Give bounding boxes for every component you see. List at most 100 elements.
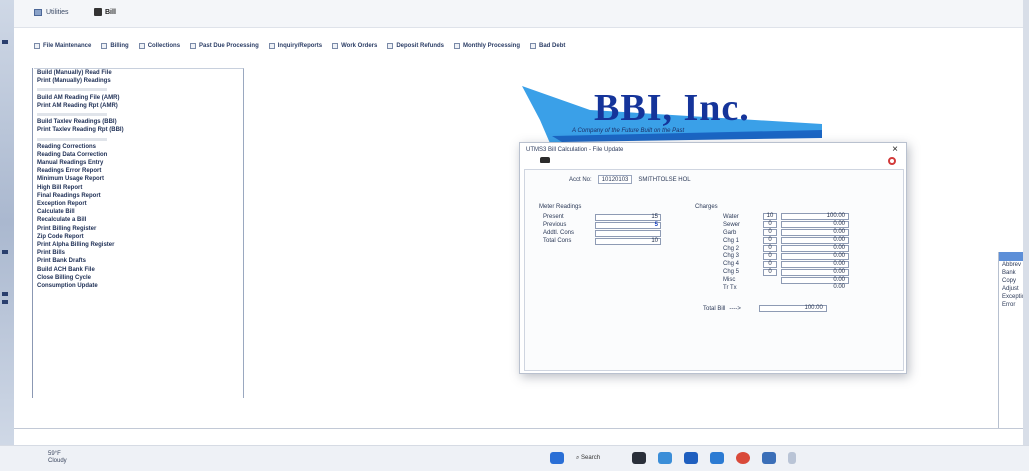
sidebar-item[interactable]: Build ACH Bank File	[34, 266, 243, 274]
meter-label: Addtl. Cons	[543, 230, 575, 236]
sidebar-item[interactable]: High Bill Report	[34, 184, 243, 192]
charge-label: Water	[723, 213, 739, 220]
panel-list-item[interactable]: Abbrev	[999, 261, 1023, 269]
charge-amount-field[interactable]: 0.00	[781, 245, 849, 252]
charge-amount-field[interactable]: 0.00	[781, 252, 849, 260]
weather-temp: 59°F	[48, 451, 61, 457]
sidebar-item[interactable]: Minimum Usage Report	[34, 175, 243, 183]
task-view-icon[interactable]	[632, 452, 646, 464]
charge-count-field[interactable]: 0	[763, 221, 777, 229]
sidebar-item[interactable]: Close Billing Cycle	[34, 274, 243, 282]
account-number-field[interactable]: 10120103	[597, 175, 633, 184]
sidebar-item[interactable]: Print AM Reading Rpt (AMR)	[34, 102, 243, 110]
menu-item-monthly-processing[interactable]: Monthly Processing	[454, 43, 520, 49]
account-name: SMITHTOLSE HOL	[638, 176, 691, 183]
billing-menu-list: Build (Manually) Read File Print (Manuall…	[34, 68, 244, 398]
sidebar-item[interactable]: Recalculate a Bill	[34, 216, 243, 224]
weather-widget[interactable]: 59°F Cloudy	[48, 451, 67, 465]
menu-item-collections[interactable]: Collections	[138, 43, 180, 49]
sidebar-item[interactable]: Print Bills	[34, 249, 243, 257]
sidebar-item[interactable]: Print (Manually) Readings	[34, 77, 243, 85]
charge-count-field[interactable]: 0	[763, 252, 777, 260]
charge-amount-field[interactable]: 0.00	[781, 260, 849, 268]
charge-amount-field[interactable]: 0.00	[781, 276, 849, 284]
charge-row: Chg 3 0 0.00	[695, 252, 895, 260]
charge-label: Chg 2	[723, 245, 740, 252]
charge-count-field[interactable]: 0	[763, 260, 777, 268]
start-icon[interactable]	[550, 452, 564, 464]
sidebar-item[interactable]: Build AM Reading File (AMR)	[34, 94, 243, 102]
menu-item-file-maintenance[interactable]: File Maintenance	[34, 43, 91, 49]
menu-item-billing[interactable]: Billing	[101, 43, 129, 49]
total-bill-row: Total Bill ----> 100.00	[703, 305, 827, 312]
meter-row: Present 15	[539, 213, 699, 221]
sidebar-item[interactable]: Print Alpha Billing Register	[34, 241, 243, 249]
sidebar-item[interactable]: Print Bank Drafts	[34, 257, 243, 265]
charge-amount-field[interactable]: 0.00	[781, 237, 849, 245]
menu-item-label: File Maintenance	[43, 43, 92, 49]
right-window-strip	[1023, 0, 1029, 445]
left-window-strip	[0, 0, 14, 445]
menu-item-label: Monthly Processing	[463, 43, 521, 49]
meter-value-field[interactable]: 10	[595, 237, 661, 245]
file-explorer-icon[interactable]	[684, 452, 698, 464]
charge-count-field[interactable]: 0	[763, 237, 777, 245]
sidebar-item[interactable]: Build Taxlev Readings (BBI)	[34, 118, 243, 126]
app-icon[interactable]	[762, 452, 776, 464]
charge-count-field	[763, 277, 777, 284]
sidebar-item[interactable]: Manual Readings Entry	[34, 159, 243, 167]
charge-count-field[interactable]: 0	[763, 229, 777, 237]
panel-list-item[interactable]: Bank	[999, 269, 1023, 277]
panel-list-item[interactable]: Copy	[999, 277, 1023, 285]
app-title-bar: Utilities Bill	[14, 0, 1023, 28]
sidebar-item[interactable]: Calculate Bill	[34, 208, 243, 216]
charge-amount-field[interactable]: 0.00	[781, 229, 849, 237]
charge-row: Misc 0.00	[695, 276, 895, 284]
app-icon[interactable]	[788, 452, 796, 464]
strip-marker	[2, 250, 8, 254]
charge-row: Chg 2 0 0.00	[695, 245, 895, 253]
bill-toolbar-button[interactable]: Bill	[94, 8, 116, 16]
sidebar-item[interactable]: Reading Corrections	[34, 143, 243, 151]
chrome-icon[interactable]	[736, 452, 750, 464]
sidebar-item[interactable]: Reading Data Correction	[34, 151, 243, 159]
taskbar-search-label: Search	[581, 455, 601, 461]
menu-item-work-orders[interactable]: Work Orders	[332, 43, 377, 49]
strip-marker	[2, 300, 8, 304]
charge-amount-field[interactable]: 100.00	[781, 213, 849, 221]
sidebar-item[interactable]: Consumption Update	[34, 282, 243, 290]
sidebar-item[interactable]: Print Billing Register	[34, 225, 243, 233]
panel-list-item[interactable]: Adjust	[999, 285, 1023, 293]
menu-item-bad-debt[interactable]: Bad Debt	[530, 43, 565, 49]
menu-item-past-due-processing[interactable]: Past Due Processing	[190, 43, 259, 49]
sidebar-item[interactable]: Build (Manually) Read File	[34, 69, 243, 77]
logo-brand-text: BBI, Inc.	[594, 87, 750, 129]
sidebar-item[interactable]: Readings Error Report	[34, 167, 243, 175]
meter-value-field[interactable]: 5	[595, 221, 661, 229]
sidebar-item[interactable]: Final Readings Report	[34, 192, 243, 200]
widgets-icon[interactable]	[658, 452, 672, 464]
menu-item-inquiry-reports[interactable]: Inquiry/Reports	[268, 43, 322, 49]
panel-list-item[interactable]: Exceptions	[999, 293, 1023, 301]
sidebar-item[interactable]: Zip Code Report	[34, 233, 243, 241]
charge-label: Sewer	[723, 221, 741, 228]
sidebar-item[interactable]: Exception Report	[34, 200, 243, 208]
charge-row: Chg 4 0 0.00	[695, 260, 895, 268]
panel-list-item[interactable]: Error	[999, 301, 1023, 309]
dialog-close-button[interactable]: ×	[892, 144, 898, 155]
sidebar-item[interactable]: Print Taxlev Reading Rpt (BBI)	[34, 126, 243, 134]
menu-item-deposit-refunds[interactable]: Deposit Refunds	[387, 43, 444, 49]
charge-count-field[interactable]: 0	[763, 268, 777, 276]
meter-value-field[interactable]	[595, 229, 661, 237]
charge-amount-field[interactable]: 0.00	[781, 221, 849, 229]
car-icon[interactable]	[540, 157, 550, 163]
edge-icon[interactable]	[710, 452, 724, 464]
taskbar-icons: ⌕ Search	[550, 452, 796, 464]
stop-icon[interactable]	[888, 157, 896, 165]
menu-checkbox-icon	[332, 43, 339, 49]
charge-amount-field[interactable]: 0.00	[781, 268, 849, 276]
meter-value-field[interactable]: 15	[595, 213, 661, 221]
charge-count-field[interactable]: 10	[763, 213, 777, 221]
taskbar-search[interactable]: ⌕ Search	[576, 452, 620, 464]
charge-count-field[interactable]: 0	[763, 245, 777, 252]
